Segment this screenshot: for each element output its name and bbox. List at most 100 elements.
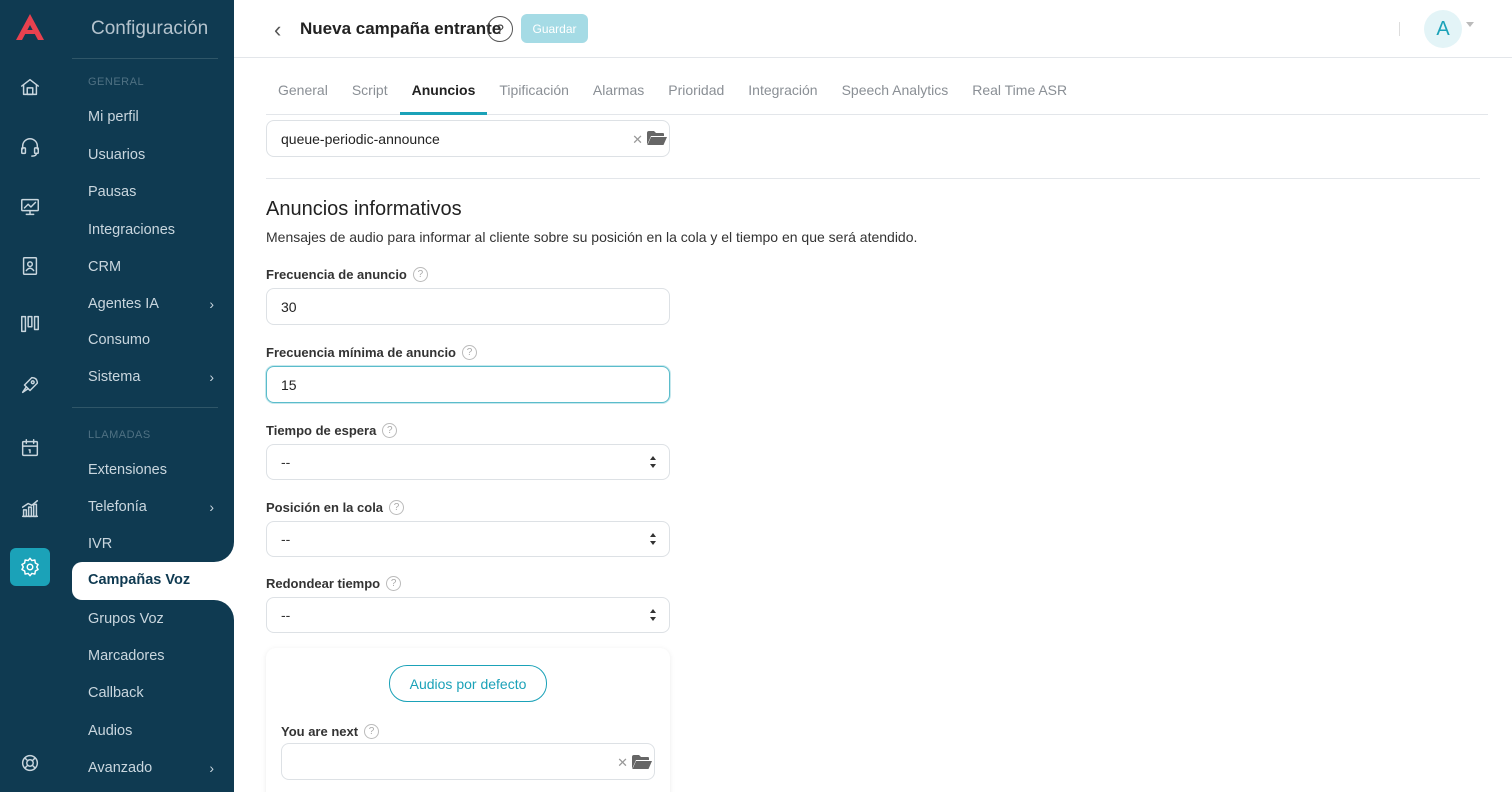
sidebar-item-telefonia[interactable]: Telefonía › (88, 497, 214, 517)
chevron-right-icon: › (209, 760, 214, 776)
active-corner-decoration (214, 600, 234, 620)
sort-arrows-icon (650, 609, 656, 621)
default-audios-button[interactable]: Audios por defecto (389, 665, 547, 702)
sidebar-item-callback[interactable]: Callback (88, 683, 214, 703)
wait-time-select[interactable]: -- (266, 444, 670, 480)
you-are-next-file-field[interactable]: ✕ (281, 743, 655, 780)
label-text: Posición en la cola (266, 500, 384, 515)
tab-tipificacion[interactable]: Tipificación (487, 66, 581, 114)
periodic-announce-file-field[interactable]: queue-periodic-announce ✕ (266, 120, 670, 157)
analytics-icon[interactable] (18, 497, 42, 521)
sidebar-item-label: Sistema (88, 369, 141, 385)
tab-anuncios[interactable]: Anuncios (399, 66, 488, 115)
tab-alarmas[interactable]: Alarmas (581, 66, 656, 114)
select-value: -- (281, 454, 291, 470)
columns-icon[interactable] (18, 312, 42, 336)
help-icon[interactable]: ? (462, 345, 477, 360)
tab-prioridad[interactable]: Prioridad (656, 66, 736, 114)
page-header: ‹ Nueva campaña entrante ? Guardar A (234, 0, 1512, 58)
sidebar-item-ivr[interactable]: IVR (88, 534, 214, 554)
home-icon[interactable] (18, 75, 42, 99)
sidebar-item-label: Integraciones (88, 222, 176, 238)
queue-position-label: Posición en la cola? (266, 500, 405, 515)
sidebar-item-label: Mi perfil (88, 109, 139, 125)
icon-rail (0, 0, 60, 792)
sidebar-item-extensiones[interactable]: Extensiones (88, 460, 214, 480)
sidebar-item-consumo[interactable]: Consumo (88, 330, 214, 350)
clear-icon[interactable]: ✕ (632, 132, 643, 148)
help-icon[interactable]: ? (386, 576, 402, 591)
file-name-value: queue-periodic-announce (281, 130, 440, 147)
sidebar-item-label: Consumo (88, 332, 151, 348)
section-calls-label: LLAMADAS (88, 429, 151, 441)
freq-input[interactable]: 30 (266, 288, 670, 325)
settings-icon[interactable] (10, 548, 50, 586)
sidebar-divider (72, 58, 218, 59)
sidebar-item-avanzado[interactable]: Avanzado › (88, 758, 214, 778)
settings-sidebar: Configuración GENERAL Mi perfil Usuarios… (60, 0, 234, 792)
brand-logo-icon[interactable] (14, 12, 46, 42)
sidebar-item-mi-perfil[interactable]: Mi perfil (88, 107, 214, 127)
min-freq-input[interactable]: 15 (266, 366, 670, 403)
sidebar-item-sistema[interactable]: Sistema › (88, 367, 214, 387)
help-icon[interactable]: ? (412, 267, 428, 282)
rocket-icon[interactable] (18, 373, 42, 397)
help-icon[interactable]: ? (389, 500, 405, 515)
round-time-select[interactable]: -- (266, 597, 670, 633)
sort-arrows-icon (650, 456, 656, 468)
active-corner-decoration (214, 542, 234, 562)
sidebar-item-usuarios[interactable]: Usuarios (88, 145, 214, 165)
section-general-label: GENERAL (88, 76, 145, 88)
support-icon[interactable] (18, 751, 42, 775)
sidebar-item-label: Telefonía (88, 499, 147, 515)
sidebar-item-label: Usuarios (88, 147, 146, 163)
you-are-next-label: You are next? (281, 724, 380, 739)
sidebar-item-label: Extensiones (88, 462, 167, 478)
caret-down-icon[interactable] (1466, 22, 1474, 27)
help-icon[interactable]: ? (382, 423, 398, 438)
sidebar-item-label: Agentes IA (88, 296, 159, 312)
tab-general[interactable]: General (266, 66, 340, 114)
contacts-icon[interactable] (18, 254, 42, 278)
queue-position-select[interactable]: -- (266, 521, 670, 557)
label-text: Frecuencia mínima de anuncio (266, 345, 456, 360)
help-icon[interactable]: ? (364, 724, 380, 739)
sidebar-item-pausas[interactable]: Pausas (88, 182, 214, 202)
section-title: Anuncios informativos (266, 198, 462, 220)
back-arrow-icon[interactable]: ‹ (274, 17, 281, 43)
tab-script[interactable]: Script (340, 66, 400, 114)
header-divider (1399, 22, 1400, 36)
help-icon[interactable]: ? (487, 16, 513, 42)
headset-icon[interactable] (18, 135, 42, 159)
sort-arrows-icon (650, 533, 656, 545)
label-text: You are next (281, 724, 359, 739)
select-value: -- (281, 531, 291, 547)
sidebar-item-grupos-voz[interactable]: Grupos Voz (88, 609, 214, 629)
calendar-icon[interactable] (18, 436, 42, 460)
chevron-right-icon: › (209, 499, 214, 515)
sidebar-item-marcadores[interactable]: Marcadores (88, 646, 214, 666)
tab-integracion[interactable]: Integración (736, 66, 829, 114)
folder-open-icon[interactable] (631, 754, 653, 770)
section-divider (266, 178, 1480, 179)
avatar[interactable]: A (1424, 10, 1462, 48)
folder-open-icon[interactable] (646, 130, 668, 146)
sidebar-divider (72, 407, 218, 408)
sidebar-item-agentes-ia[interactable]: Agentes IA › (88, 294, 214, 314)
tab-speech-analytics[interactable]: Speech Analytics (830, 66, 961, 114)
sidebar-item-label-active[interactable]: Campañas Voz (88, 572, 190, 588)
sidebar-item-crm[interactable]: CRM (88, 257, 214, 277)
select-value: -- (281, 607, 291, 623)
section-description: Mensajes de audio para informar al clien… (266, 229, 918, 245)
chevron-right-icon: › (209, 296, 214, 312)
sidebar-item-label: Avanzado (88, 760, 153, 776)
clear-icon[interactable]: ✕ (617, 755, 628, 771)
sidebar-item-integraciones[interactable]: Integraciones (88, 220, 214, 240)
save-button[interactable]: Guardar (521, 14, 588, 43)
sidebar-item-label: Pausas (88, 184, 137, 200)
round-time-label: Redondear tiempo? (266, 576, 402, 591)
tab-real-time-asr[interactable]: Real Time ASR (960, 66, 1079, 114)
label-text: Frecuencia de anuncio (266, 267, 407, 282)
monitor-icon[interactable] (18, 195, 42, 219)
sidebar-item-audios[interactable]: Audios (88, 721, 214, 741)
